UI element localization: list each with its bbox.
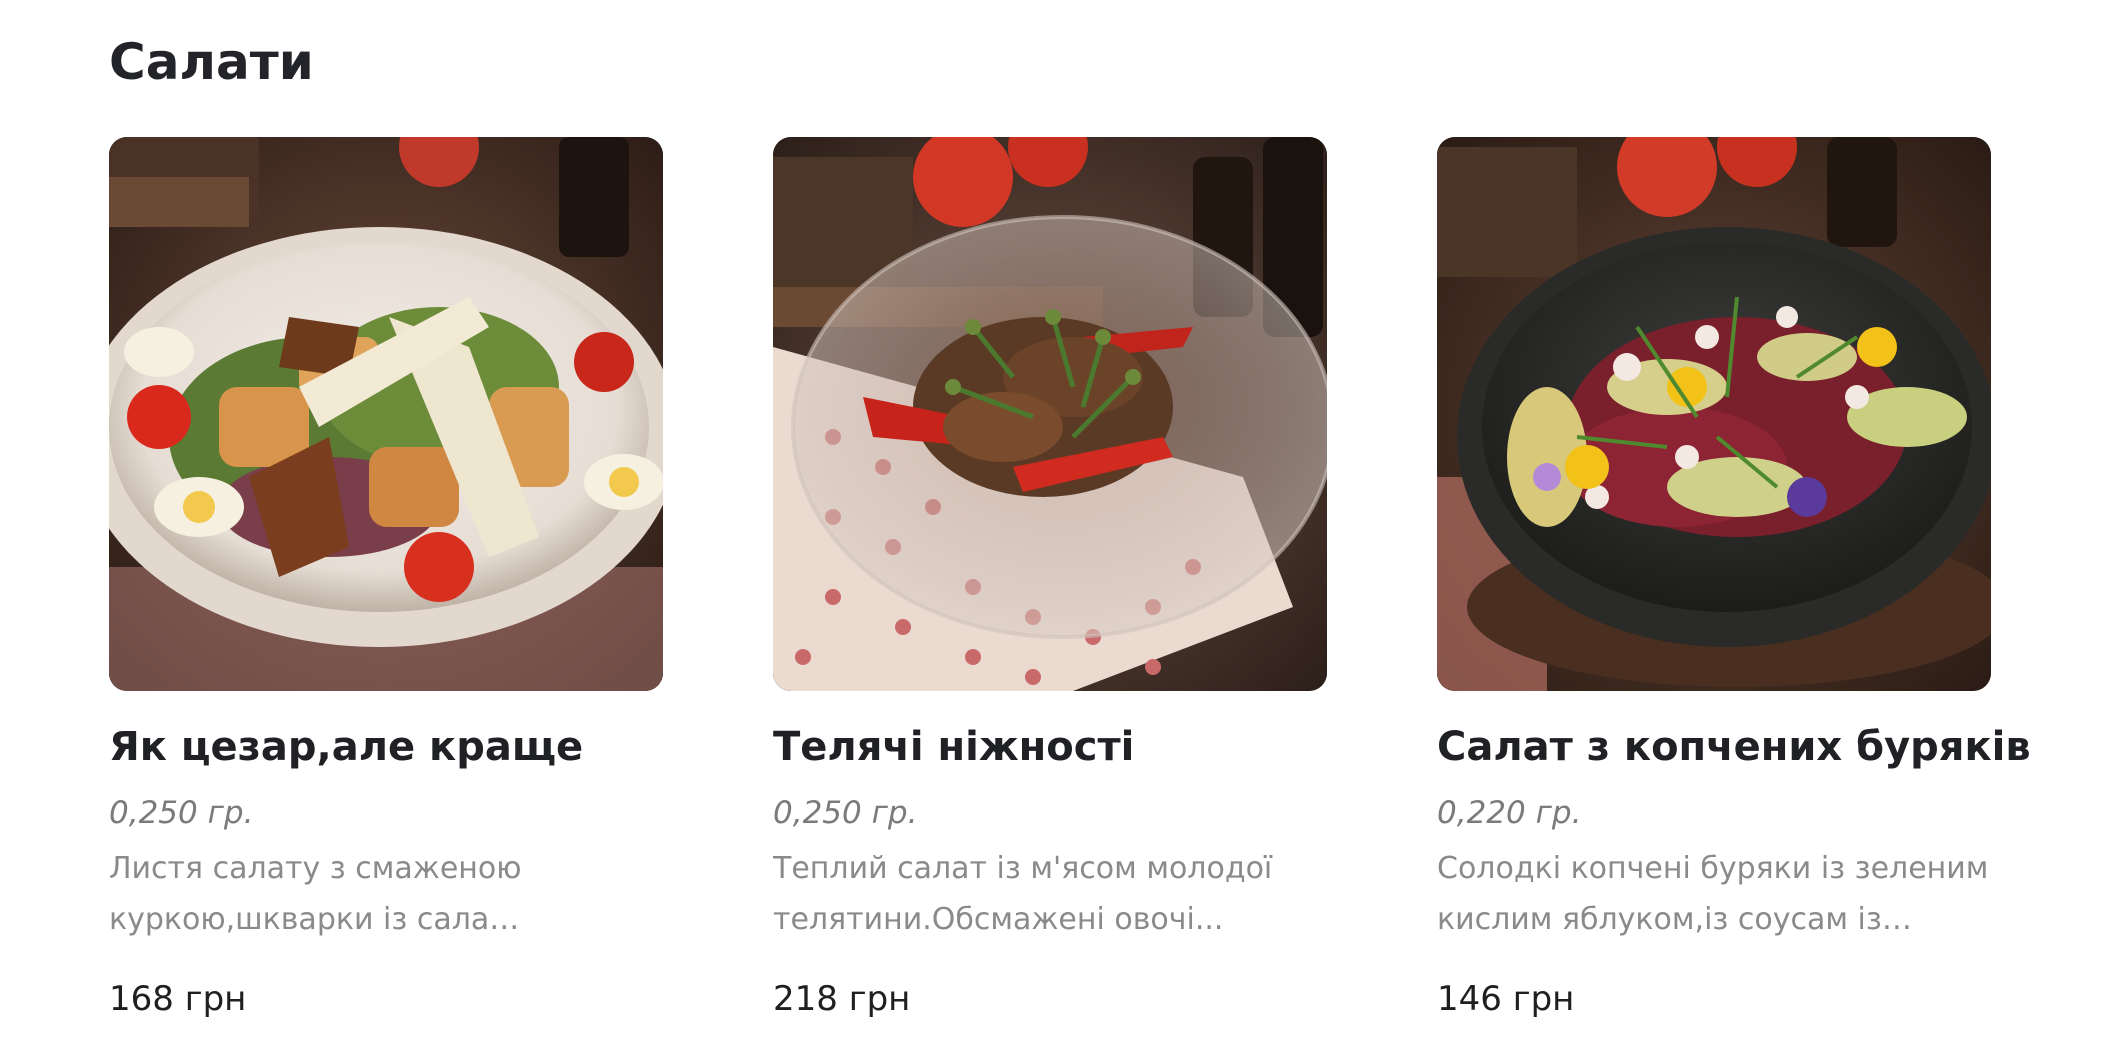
product-description: Теплий салат із м'ясом молодої телятини.… <box>773 851 1273 937</box>
product-name[interactable]: Телячі ніжності <box>773 721 1327 773</box>
product-grid: Як цезар,але краще 0,250 гр. Листя салат… <box>109 137 2031 1021</box>
smoked-beet-salad-photo <box>1437 137 1991 691</box>
veal-salad-photo <box>773 137 1327 691</box>
product-description: Листя салату з смаженою куркою,шкварки і… <box>109 851 522 937</box>
product-price: 168 грн <box>109 979 247 1019</box>
product-image[interactable] <box>109 137 663 691</box>
product-card[interactable]: Телячі ніжності 0,250 гр. Теплий салат і… <box>773 137 1327 1021</box>
product-weight: 0,250 гр. <box>109 795 254 831</box>
product-name[interactable]: Салат з копчених буряків <box>1437 721 2031 773</box>
product-image[interactable] <box>773 137 1327 691</box>
product-weight: 0,250 гр. <box>773 795 918 831</box>
product-card[interactable]: Як цезар,але краще 0,250 гр. Листя салат… <box>109 137 663 1021</box>
caesar-salad-photo <box>109 137 663 691</box>
product-description: Солодкі копчені буряки із зеленим кислим… <box>1437 851 1989 937</box>
product-card[interactable]: Салат з копчених буряків 0,220 гр. Солод… <box>1437 137 2031 1021</box>
product-name[interactable]: Як цезар,але краще <box>109 721 663 773</box>
product-weight: 0,220 гр. <box>1437 795 1582 831</box>
product-image[interactable] <box>1437 137 1991 691</box>
section-title: Салати <box>109 33 314 91</box>
product-price: 218 грн <box>773 979 911 1019</box>
product-price: 146 грн <box>1437 979 1575 1019</box>
